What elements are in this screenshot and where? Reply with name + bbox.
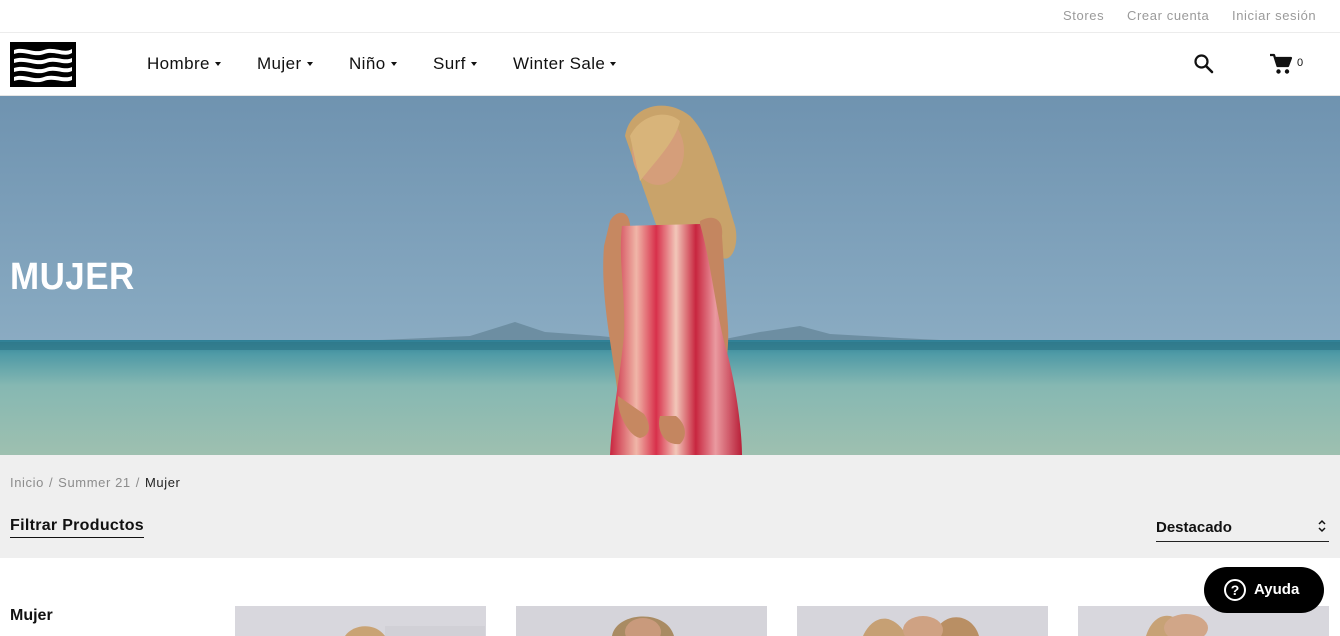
utility-bar: Stores Crear cuenta Iniciar sesión (0, 0, 1340, 33)
cart-count: 0 (1297, 57, 1304, 69)
help-button-label: Ayuda (1254, 581, 1300, 598)
hero-title: MUJER (10, 256, 135, 298)
sidebar-category-title: Mujer (10, 607, 53, 624)
product-card[interactable] (797, 606, 1048, 636)
product-image (235, 606, 486, 636)
stores-link[interactable]: Stores (1063, 8, 1104, 23)
sort-arrows-icon (1318, 519, 1326, 533)
caret-down-icon (610, 61, 617, 66)
sort-select[interactable]: Destacado (1156, 517, 1329, 542)
login-link[interactable]: Iniciar sesión (1232, 8, 1316, 23)
breadcrumb-summer21[interactable]: Summer 21 (58, 475, 131, 490)
breadcrumb-separator: / (135, 475, 140, 490)
breadcrumb: Inicio / Summer 21 / Mujer (10, 475, 181, 490)
nav-nino-label: Niño (349, 54, 386, 73)
nav-winter-sale-label: Winter Sale (513, 54, 606, 73)
nav-nino[interactable]: Niño (349, 54, 397, 74)
filter-products-button[interactable]: Filtrar Productos (10, 517, 145, 538)
nav-surf[interactable]: Surf (433, 54, 477, 74)
nav-mujer[interactable]: Mujer (257, 54, 313, 74)
hero-image (0, 96, 1340, 455)
filter-bar: Inicio / Summer 21 / Mujer Filtrar Productos… (0, 455, 1340, 558)
nav-surf-label: Surf (433, 54, 466, 73)
breadcrumb-inicio[interactable]: Inicio (10, 475, 44, 490)
hero-banner: MUJER (0, 96, 1340, 455)
search-icon[interactable] (1193, 53, 1215, 75)
breadcrumb-current: Mujer (144, 475, 181, 490)
product-card[interactable] (516, 606, 767, 636)
help-button[interactable]: ? Ayuda (1204, 567, 1324, 613)
caret-down-icon (306, 61, 313, 66)
sort-select-value: Destacado (1156, 519, 1232, 536)
nav-hombre[interactable]: Hombre (147, 54, 221, 74)
nav-winter-sale[interactable]: Winter Sale (513, 54, 617, 74)
caret-down-icon (214, 61, 221, 66)
nav-mujer-label: Mujer (257, 54, 302, 73)
product-image (797, 606, 1048, 636)
cart-icon[interactable] (1268, 52, 1294, 76)
product-image (516, 606, 767, 636)
main-header: Hombre Mujer Niño Surf Winter Sale 0 (0, 33, 1340, 96)
caret-down-icon (470, 61, 477, 66)
billabong-logo-icon[interactable] (10, 42, 76, 87)
product-card[interactable] (235, 606, 486, 636)
help-icon: ? (1224, 579, 1246, 601)
nav-hombre-label: Hombre (147, 54, 210, 73)
breadcrumb-separator: / (48, 475, 54, 490)
create-account-link[interactable]: Crear cuenta (1127, 8, 1209, 23)
caret-down-icon (390, 61, 397, 66)
